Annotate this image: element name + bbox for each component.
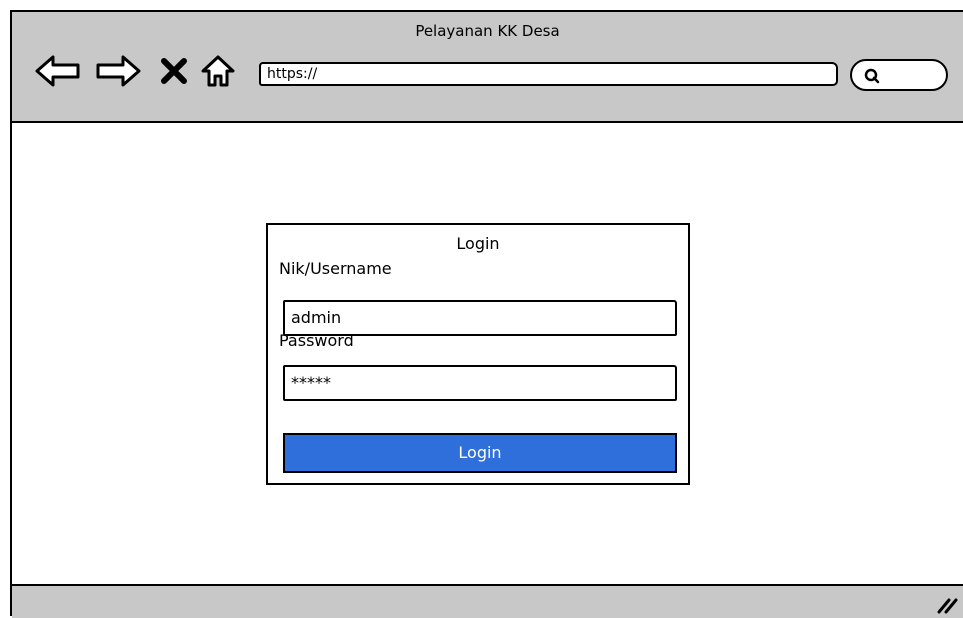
password-label: Password [279,331,354,350]
login-button[interactable]: Login [283,433,677,473]
address-bar[interactable]: https:// [259,62,838,86]
username-label: Nik/Username [279,259,392,278]
browser-window: Pelayanan KK Desa https:// Login Nik/Use… [10,10,963,618]
search-icon [864,68,880,84]
back-arrow-icon[interactable] [34,54,82,88]
resize-grip-icon[interactable] [935,590,959,614]
close-icon[interactable] [159,54,189,88]
home-icon[interactable] [200,54,236,88]
window-title: Pelayanan KK Desa [415,22,560,40]
search-box[interactable] [850,59,948,91]
forward-arrow-icon[interactable] [94,54,142,88]
login-title: Login [456,234,500,253]
status-bar [12,584,963,618]
browser-toolbar: Pelayanan KK Desa https:// [12,12,963,123]
login-panel: Login Nik/Username admin Password ***** … [266,223,690,485]
password-field[interactable]: ***** [283,365,677,401]
